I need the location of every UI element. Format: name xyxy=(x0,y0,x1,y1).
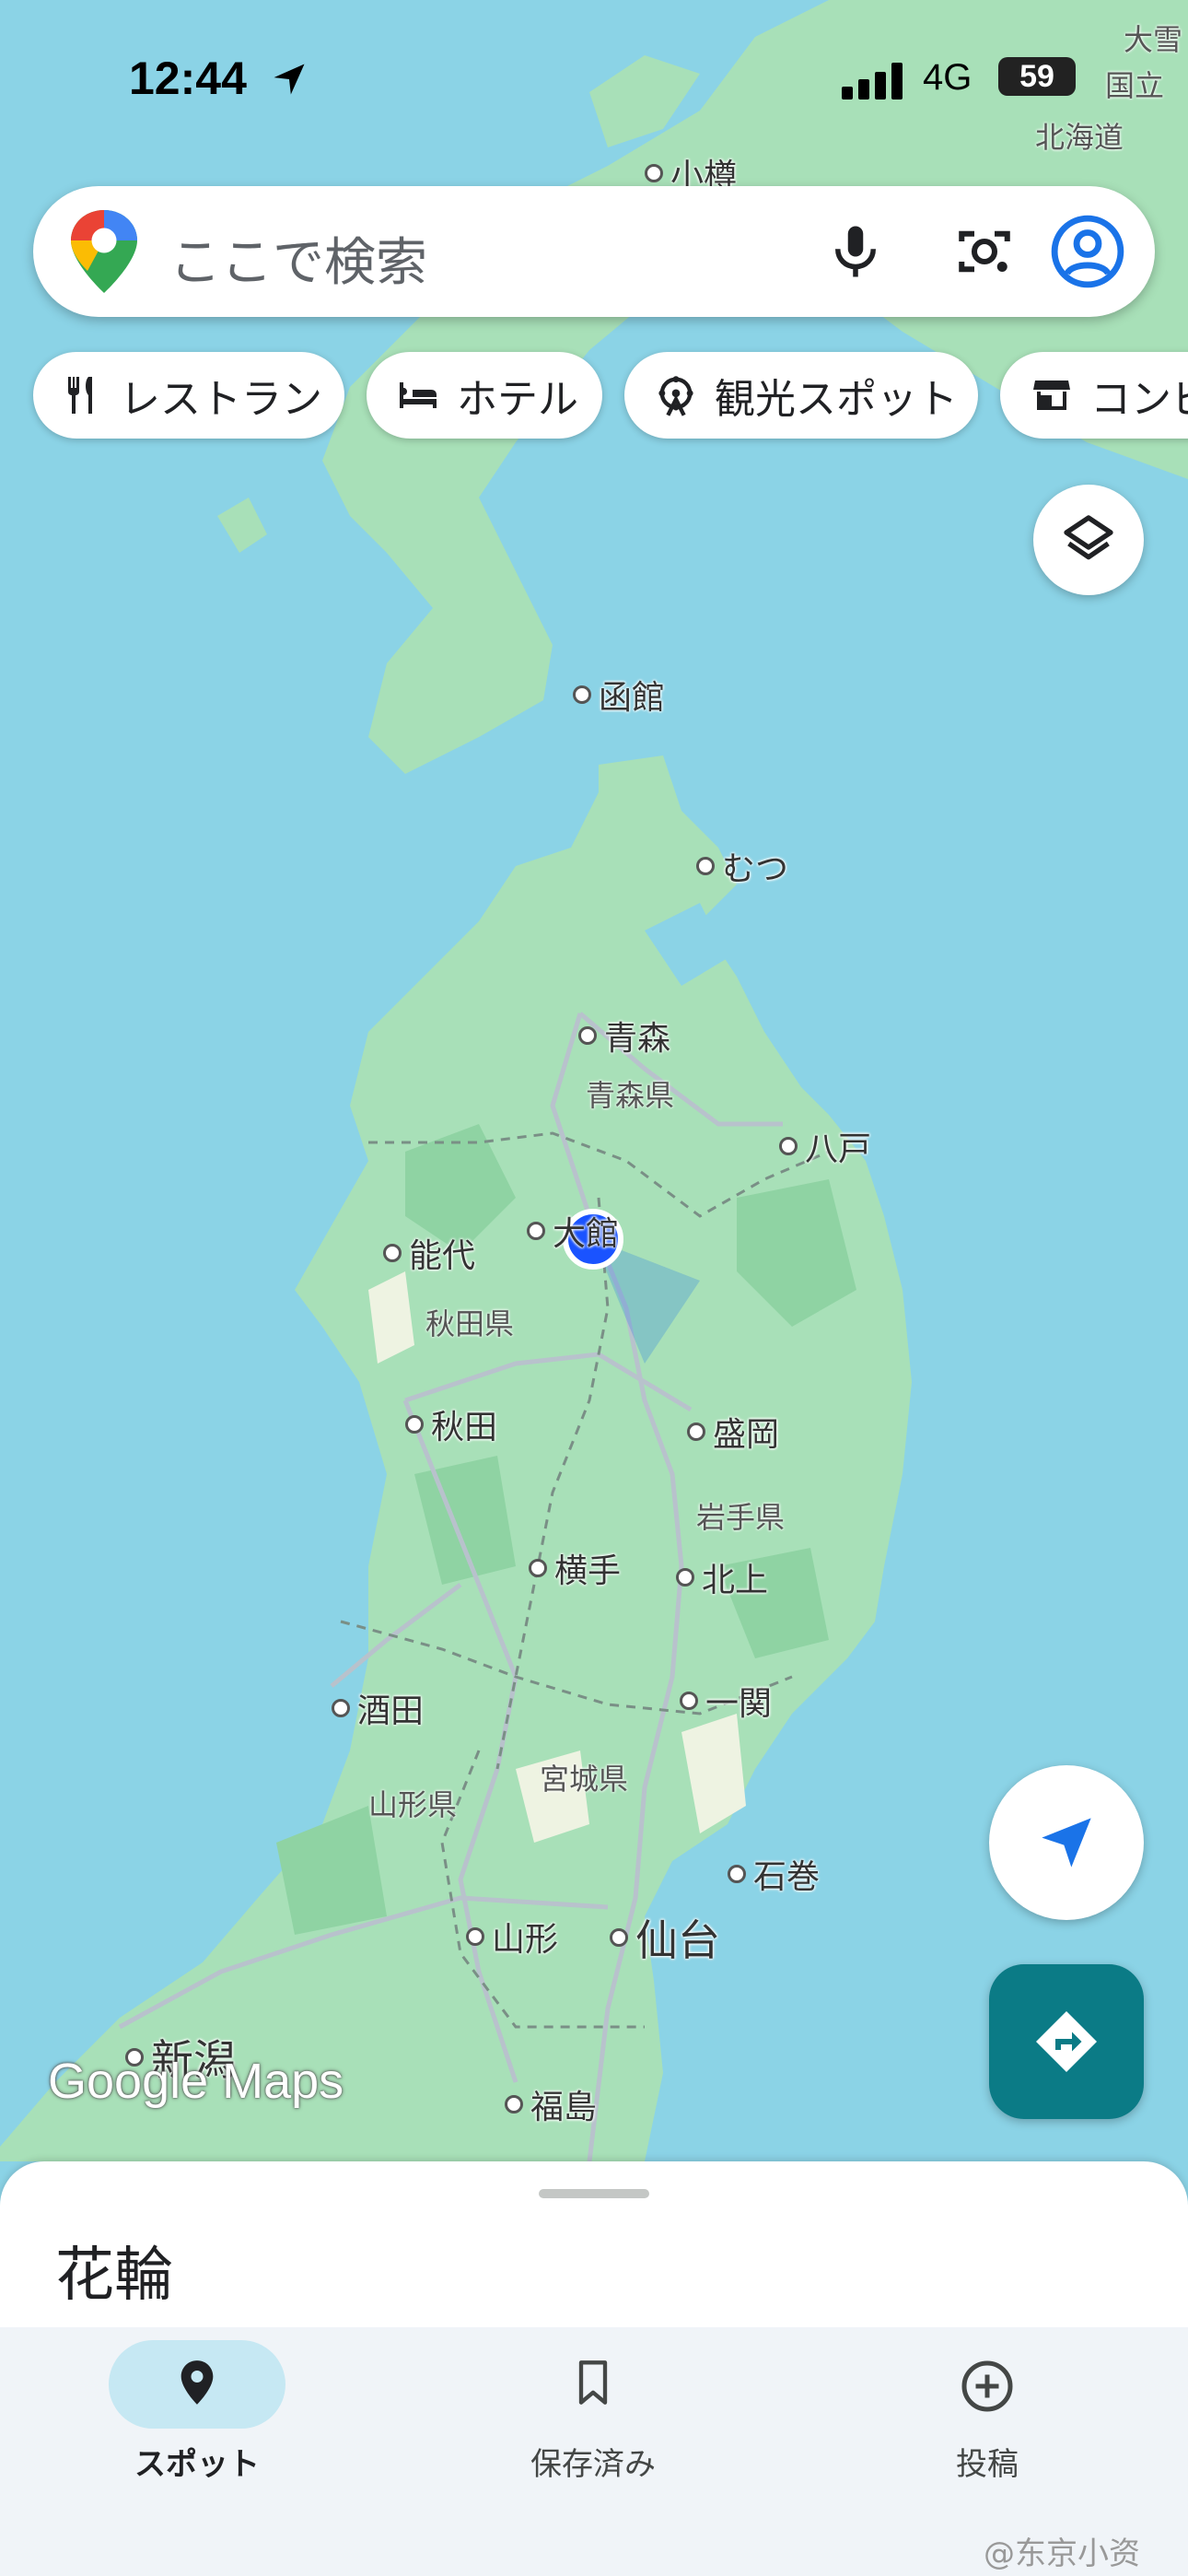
map-place-label[interactable]: 秋田 xyxy=(405,1400,497,1448)
place-name: 一関 xyxy=(705,1685,773,1723)
nav-tab-saved[interactable]: 保存済み xyxy=(473,2327,713,2484)
map-place-label[interactable]: 石巻 xyxy=(728,1850,820,1898)
place-dot xyxy=(696,857,715,875)
place-dot xyxy=(676,1568,694,1587)
place-name: 山形 xyxy=(492,1921,559,1959)
nav-tab-label: スポット xyxy=(134,2446,260,2483)
search-bar[interactable]: ここで検索 xyxy=(33,186,1155,317)
map-place-label[interactable]: 横手 xyxy=(529,1544,621,1592)
map-place-label[interactable]: 仙台 xyxy=(610,1907,720,1968)
directions-icon xyxy=(1036,2011,1097,2072)
place-dot xyxy=(383,1244,402,1262)
place-name: 横手 xyxy=(554,1552,622,1590)
map-place-label[interactable]: 青森 xyxy=(578,1012,670,1060)
place-dot xyxy=(527,1222,545,1240)
map-place-label[interactable]: 酒田 xyxy=(332,1684,424,1732)
convenience-store-icon xyxy=(1033,381,1070,410)
map-region-label: 岩手県 xyxy=(696,1500,786,1535)
restaurant-icon xyxy=(68,377,92,414)
sheet-drag-handle[interactable] xyxy=(539,2189,649,2198)
search-input[interactable]: ここで検索 xyxy=(169,221,427,296)
chip-convenience-store[interactable]: コンビ xyxy=(1000,352,1188,439)
maps-pin-logo-icon xyxy=(71,210,137,293)
place-dot xyxy=(573,685,591,704)
map-place-label[interactable]: 一関 xyxy=(680,1677,772,1725)
map-region-label: 宮城県 xyxy=(540,1762,629,1797)
layers-icon xyxy=(1064,515,1113,560)
place-dot xyxy=(332,1699,350,1717)
map-place-label[interactable]: 大館 xyxy=(527,1207,619,1255)
place-name: 北上 xyxy=(702,1562,769,1599)
map-place-label[interactable]: むつ xyxy=(696,842,788,890)
place-dot xyxy=(728,1865,746,1883)
place-dot xyxy=(529,1559,547,1577)
place-dot xyxy=(687,1423,705,1441)
map-place-label[interactable]: 八戸 xyxy=(779,1122,871,1170)
location-arrow-icon xyxy=(274,64,305,95)
place-dot xyxy=(779,1137,798,1155)
battery-level: 59 xyxy=(998,57,1076,96)
watermark: @东京小资 xyxy=(984,2535,1140,2572)
chip-restaurant[interactable]: レストラン xyxy=(33,352,344,439)
nav-tab-explore[interactable]: スポット xyxy=(77,2327,317,2484)
google-maps-logo: Google Maps xyxy=(48,2054,344,2109)
place-dot xyxy=(505,2095,523,2113)
place-name: 酒田 xyxy=(357,1692,425,1730)
place-name: 函館 xyxy=(599,679,666,717)
place-dot xyxy=(405,1415,424,1434)
chip-label: ホテル xyxy=(457,376,578,423)
chip-label: レストラン xyxy=(120,376,322,423)
map-place-label[interactable]: 盛岡 xyxy=(687,1408,779,1456)
map-place-label[interactable]: 能代 xyxy=(383,1229,475,1277)
map-place-label[interactable]: 山形 xyxy=(466,1913,558,1961)
place-name: 大館 xyxy=(553,1215,620,1253)
add-circle-icon xyxy=(961,2360,1013,2412)
place-name: 秋田 xyxy=(431,1409,498,1446)
status-bar: 12:44 4G 59 xyxy=(0,52,1188,107)
map-region-label: 秋田県 xyxy=(425,1306,515,1341)
attraction-icon xyxy=(658,376,693,416)
place-dot xyxy=(466,1927,484,1946)
place-name: 福島 xyxy=(530,2089,598,2126)
place-dot xyxy=(610,1928,628,1947)
navigation-arrow-icon xyxy=(1042,1818,1091,1868)
place-name: 能代 xyxy=(409,1237,476,1275)
microphone-icon[interactable] xyxy=(825,221,886,282)
map-region-label: 青森県 xyxy=(586,1078,675,1113)
chip-hotel[interactable]: ホテル xyxy=(367,352,602,439)
signal-icon xyxy=(842,63,903,100)
layers-button[interactable] xyxy=(1033,485,1144,595)
hotel-icon xyxy=(400,382,437,408)
status-time: 12:44 xyxy=(129,53,247,104)
map-region-label: 北海道 xyxy=(1035,120,1124,155)
bottom-sheet[interactable]: 花輪 xyxy=(0,2161,1188,2327)
place-name: むつ xyxy=(722,850,789,888)
network-type: 4G xyxy=(923,57,973,98)
nav-tab-label: 保存済み xyxy=(530,2446,656,2483)
lens-camera-icon[interactable] xyxy=(954,221,1015,282)
chip-label: コンビ xyxy=(1090,376,1188,423)
account-avatar-icon[interactable] xyxy=(1050,214,1125,289)
map-region-label: 山形県 xyxy=(368,1787,458,1822)
map-place-label[interactable]: 福島 xyxy=(505,2080,597,2128)
place-name: 盛岡 xyxy=(713,1416,780,1454)
place-name: 仙台 xyxy=(635,1915,720,1965)
chip-attractions[interactable]: 観光スポット xyxy=(624,352,978,439)
bookmark-icon xyxy=(578,2360,608,2405)
place-dot xyxy=(645,164,663,182)
place-pin-icon xyxy=(181,2360,214,2405)
nav-tab-label: 投稿 xyxy=(956,2446,1019,2483)
place-title: 花輪 xyxy=(55,2242,173,2310)
nav-tab-contribute[interactable]: 投稿 xyxy=(868,2327,1107,2484)
place-dot xyxy=(578,1026,597,1045)
map-place-label[interactable]: 北上 xyxy=(676,1553,768,1601)
place-name: 石巻 xyxy=(753,1858,821,1896)
map-place-label[interactable]: 函館 xyxy=(573,671,665,719)
place-name: 青森 xyxy=(604,1020,671,1058)
directions-button[interactable] xyxy=(989,1964,1144,2119)
place-dot xyxy=(680,1692,698,1710)
my-location-button[interactable] xyxy=(989,1765,1144,1920)
chip-label: 観光スポット xyxy=(715,376,958,423)
place-name: 八戸 xyxy=(805,1130,872,1168)
